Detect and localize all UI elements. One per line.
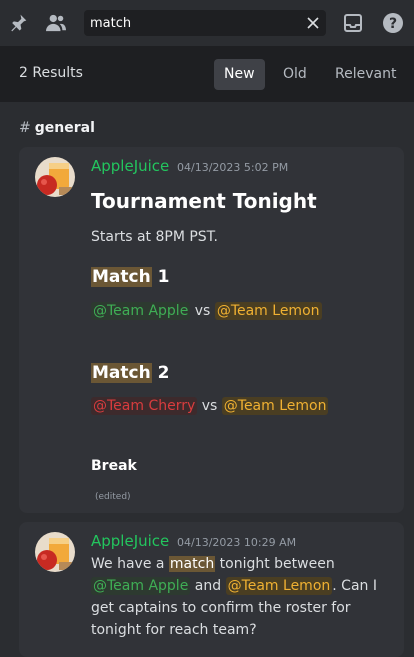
role-mention[interactable]: @Team Lemon <box>221 397 329 415</box>
tab-relevant[interactable]: Relevant <box>325 59 406 90</box>
search-highlight: Match <box>91 363 152 383</box>
tab-old[interactable]: Old <box>273 59 317 90</box>
hashtag-icon: # <box>19 120 31 136</box>
message-timestamp: 04/13/2023 10:29 AM <box>177 536 297 549</box>
inbox-icon[interactable] <box>341 11 365 35</box>
role-mention[interactable]: @Team Cherry <box>91 397 198 415</box>
role-mention[interactable]: @Team Apple <box>91 577 191 595</box>
match-heading-1: Match 1 <box>91 267 170 287</box>
role-mention[interactable]: @Team Apple <box>91 302 191 320</box>
search-result-message[interactable]: AppleJuice 04/13/2023 10:29 AM We have a… <box>19 522 404 657</box>
match-line-2: @Team Cherry vs @Team Lemon <box>91 397 329 415</box>
search-highlight: match <box>168 556 216 572</box>
search-box[interactable] <box>84 10 326 36</box>
message-author[interactable]: AppleJuice <box>91 532 169 550</box>
role-mention[interactable]: @Team Lemon <box>214 302 322 320</box>
search-highlight: Match <box>91 267 152 287</box>
results-count: 2 Results <box>19 65 83 81</box>
message-subtitle: Starts at 8PM PST. <box>91 229 219 245</box>
avatar[interactable] <box>35 157 75 197</box>
channel-name: general <box>34 120 95 136</box>
pin-icon[interactable] <box>6 11 30 35</box>
message-timestamp: 04/13/2023 5:02 PM <box>177 161 289 174</box>
svg-text:?: ? <box>389 16 397 32</box>
search-result-message[interactable]: AppleJuice 04/13/2023 5:02 PM Tournament… <box>19 147 404 513</box>
channel-header[interactable]: # general <box>19 120 95 136</box>
search-input[interactable] <box>90 10 300 36</box>
results-header: 2 Results New Old Relevant <box>0 46 414 102</box>
match-heading-2: Match 2 <box>91 363 170 383</box>
close-icon[interactable] <box>304 14 322 32</box>
message-heading: Tournament Tonight <box>91 189 317 213</box>
edited-label: (edited) <box>95 492 131 502</box>
role-mention[interactable]: @Team Lemon <box>225 577 333 595</box>
search-toolbar: ? <box>0 0 414 46</box>
tab-new[interactable]: New <box>214 59 265 90</box>
help-icon[interactable]: ? <box>381 11 405 35</box>
break-label: Break <box>91 458 137 474</box>
search-results-list: # general AppleJuice 04/13/2023 5:02 PM T… <box>0 102 414 657</box>
members-icon[interactable] <box>44 11 68 35</box>
message-content: We have a match tonight between @Team Ap… <box>91 556 377 638</box>
message-author[interactable]: AppleJuice <box>91 157 169 175</box>
avatar[interactable] <box>35 532 75 572</box>
match-line-1: @Team Apple vs @Team Lemon <box>91 302 322 320</box>
